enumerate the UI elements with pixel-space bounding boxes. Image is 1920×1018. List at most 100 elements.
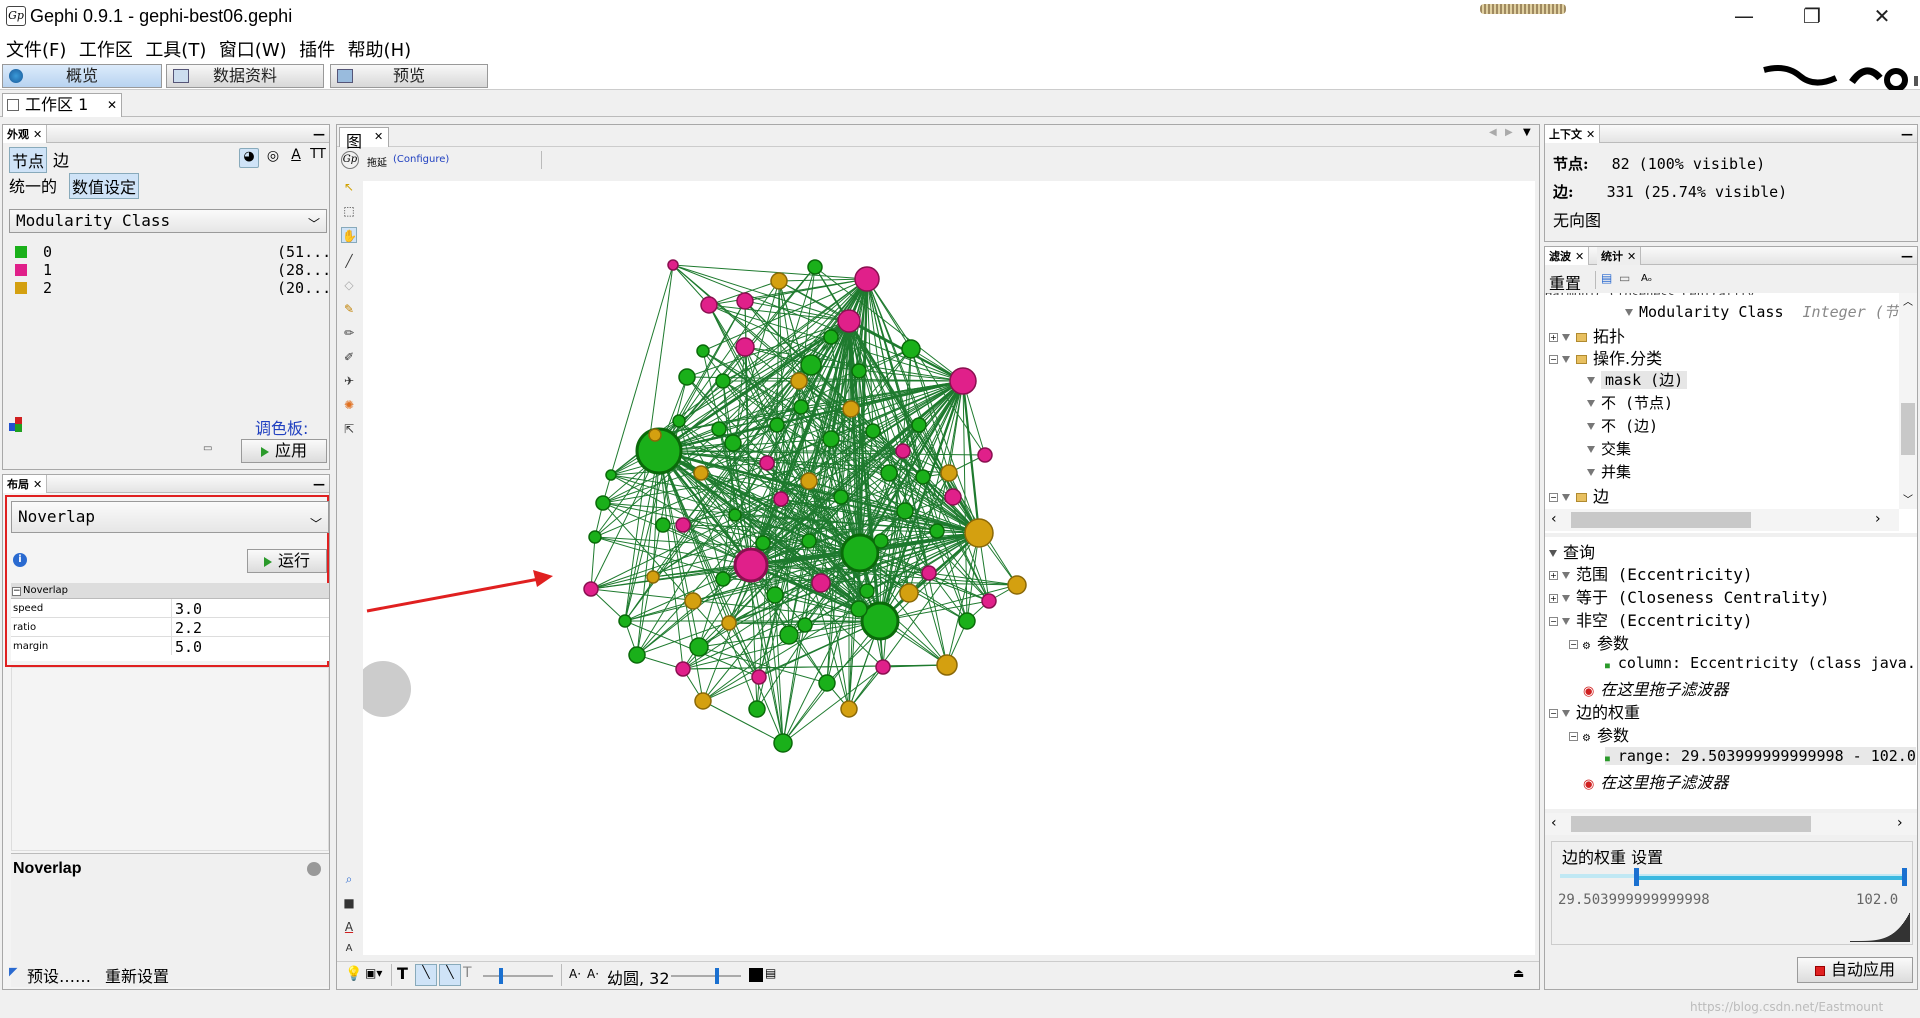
library-hscroll[interactable]: ‹ › — [1545, 509, 1899, 531]
menu-file[interactable]: 文件(F) — [4, 32, 68, 66]
graph-node[interactable] — [675, 517, 691, 533]
query-params[interactable]: − ⚙ 参数 — [1569, 630, 1629, 654]
tab-workspace-1[interactable]: 工作区 1 ✕ — [2, 93, 122, 117]
edge-scale-slider[interactable] — [483, 975, 553, 977]
palette-link[interactable]: 调色板: — [255, 415, 308, 439]
tree-item-intersection[interactable]: 交集 — [1587, 438, 1631, 459]
graph-node[interactable] — [895, 443, 911, 459]
close-icon[interactable]: ✕ — [1586, 128, 1595, 141]
param-row-margin[interactable]: margin 5.0 — [11, 637, 329, 656]
tree-item-union[interactable]: 并集 — [1587, 461, 1631, 482]
graph-node[interactable] — [779, 625, 799, 645]
drop-subfilter-area[interactable]: ◉ 在这里拖子滤波器 — [1583, 769, 1728, 793]
tab-statistics[interactable]: 统计 ✕ — [1597, 247, 1642, 265]
graph-node[interactable] — [818, 674, 836, 692]
graph-node[interactable] — [873, 533, 889, 549]
graph-node[interactable] — [736, 292, 754, 310]
screenshot-icon[interactable]: ▣▾ — [365, 966, 382, 980]
drop-subfilter-area[interactable]: ◉ 在这里拖子滤波器 — [1583, 676, 1728, 700]
tab-appearance[interactable]: 外观 ✕ — [3, 125, 48, 143]
query-params[interactable]: − ⚙ 参数 — [1569, 722, 1629, 746]
label-size-icon[interactable]: T — [463, 965, 472, 981]
shortest-path-icon[interactable]: ✈ — [341, 373, 357, 389]
show-labels-icon[interactable]: T — [397, 964, 408, 983]
scroll-right-icon[interactable]: ▶ — [1505, 127, 1513, 138]
graph-node[interactable] — [797, 617, 813, 633]
presets-button[interactable]: 预设…… — [27, 963, 91, 987]
graph-node[interactable] — [880, 464, 898, 482]
close-workspace-icon[interactable]: ✕ — [107, 94, 117, 116]
tab-unique[interactable]: 统一的 — [9, 173, 57, 197]
graph-node[interactable] — [721, 615, 737, 631]
layout-select[interactable]: Noverlap ﹀ — [11, 501, 329, 533]
graph-node[interactable] — [675, 661, 691, 677]
pencil-icon[interactable]: ✏ — [341, 325, 357, 341]
graph-node[interactable] — [605, 469, 617, 481]
graph-node[interactable] — [896, 502, 914, 520]
edge-curve-icon[interactable]: ╲ — [415, 964, 437, 986]
query-param-range[interactable]: ■ range: 29.503999999999998 - 102.0 — [1605, 747, 1916, 765]
graph-node[interactable] — [628, 646, 646, 664]
drag-hand-icon[interactable]: ✋ — [341, 227, 357, 243]
graph-node[interactable] — [851, 363, 867, 379]
graph-node[interactable] — [944, 488, 962, 506]
graph-node[interactable] — [672, 414, 686, 428]
graph-node[interactable] — [588, 530, 602, 544]
close-button[interactable]: ✕ — [1854, 0, 1910, 32]
auto-apply-button[interactable]: 自动应用 — [1797, 957, 1913, 983]
background-color-icon[interactable]: ■ — [341, 895, 357, 911]
graph-node[interactable] — [936, 654, 958, 676]
graph-node[interactable] — [755, 535, 771, 551]
partition-row[interactable]: 0 (51... — [13, 243, 331, 261]
graph-node[interactable] — [735, 337, 755, 357]
font-icon[interactable]: A· — [569, 967, 581, 981]
diamond-icon[interactable]: ◇ — [341, 277, 357, 293]
lightbulb-icon[interactable]: 💡 — [345, 966, 362, 982]
tab-overview[interactable]: 概览 — [2, 64, 162, 88]
graph-node[interactable] — [899, 583, 919, 603]
tab-data-laboratory[interactable]: 数据资料 — [166, 64, 324, 88]
graph-node[interactable] — [807, 259, 823, 275]
graph-node[interactable] — [689, 637, 709, 657]
graph-node[interactable] — [751, 669, 767, 685]
graph-node[interactable] — [915, 469, 931, 485]
palette-blocks-icon[interactable] — [9, 417, 25, 433]
scroll-down-icon[interactable]: ﹀ — [1903, 491, 1913, 506]
scroll-right-icon[interactable]: › — [1875, 511, 1881, 527]
graph-node[interactable] — [711, 421, 727, 437]
graph-node[interactable] — [694, 692, 712, 710]
graph-node[interactable] — [940, 464, 958, 482]
size-icon[interactable]: ◎ — [263, 148, 283, 168]
graph-node[interactable] — [859, 583, 875, 599]
graph-node[interactable] — [921, 565, 937, 581]
auto-refresh-icon[interactable]: Aₒ — [1641, 273, 1652, 284]
minimize-button[interactable]: — — [1716, 0, 1772, 32]
run-button[interactable]: 运行 — [247, 549, 327, 573]
graph-node[interactable] — [769, 417, 785, 433]
window-grip[interactable] — [1480, 4, 1566, 14]
graph-node[interactable] — [693, 465, 709, 481]
menu-workspace[interactable]: 工作区 — [77, 32, 135, 66]
query-nonnull-eccentricity[interactable]: − 非空 (Eccentricity) — [1549, 607, 1753, 631]
brush-icon[interactable]: ╱ — [341, 253, 357, 269]
tree-folder-topology[interactable]: + 拓扑 — [1549, 323, 1625, 347]
maximize-button[interactable]: ❐ — [1784, 0, 1840, 32]
rectangle-select-icon[interactable]: ⬚ — [341, 203, 357, 219]
graph-node[interactable] — [801, 533, 817, 549]
graph-node[interactable] — [700, 296, 718, 314]
font-size-icon[interactable]: A· — [587, 967, 599, 981]
graph-node[interactable] — [949, 367, 977, 395]
label-size-icon[interactable]: TT — [309, 147, 327, 167]
scroll-left-icon[interactable]: ‹ — [1551, 511, 1557, 527]
configure-link[interactable]: (Configure) — [393, 154, 449, 165]
edge-color-icon[interactable]: ╲ — [439, 964, 461, 986]
param-row-ratio[interactable]: ratio 2.2 — [11, 618, 329, 637]
tab-menu-icon[interactable]: ▼ — [1523, 127, 1531, 138]
label-color-swatch[interactable] — [749, 968, 763, 982]
graph-node[interactable] — [800, 472, 818, 490]
scroll-left-icon[interactable]: ‹ — [1551, 815, 1557, 831]
edge-pencil-icon[interactable]: ✐ — [341, 349, 357, 365]
tab-filters[interactable]: 滤波 ✕ — [1545, 247, 1590, 265]
label-size-thumb[interactable] — [715, 968, 719, 984]
graph-node[interactable] — [1007, 575, 1027, 595]
